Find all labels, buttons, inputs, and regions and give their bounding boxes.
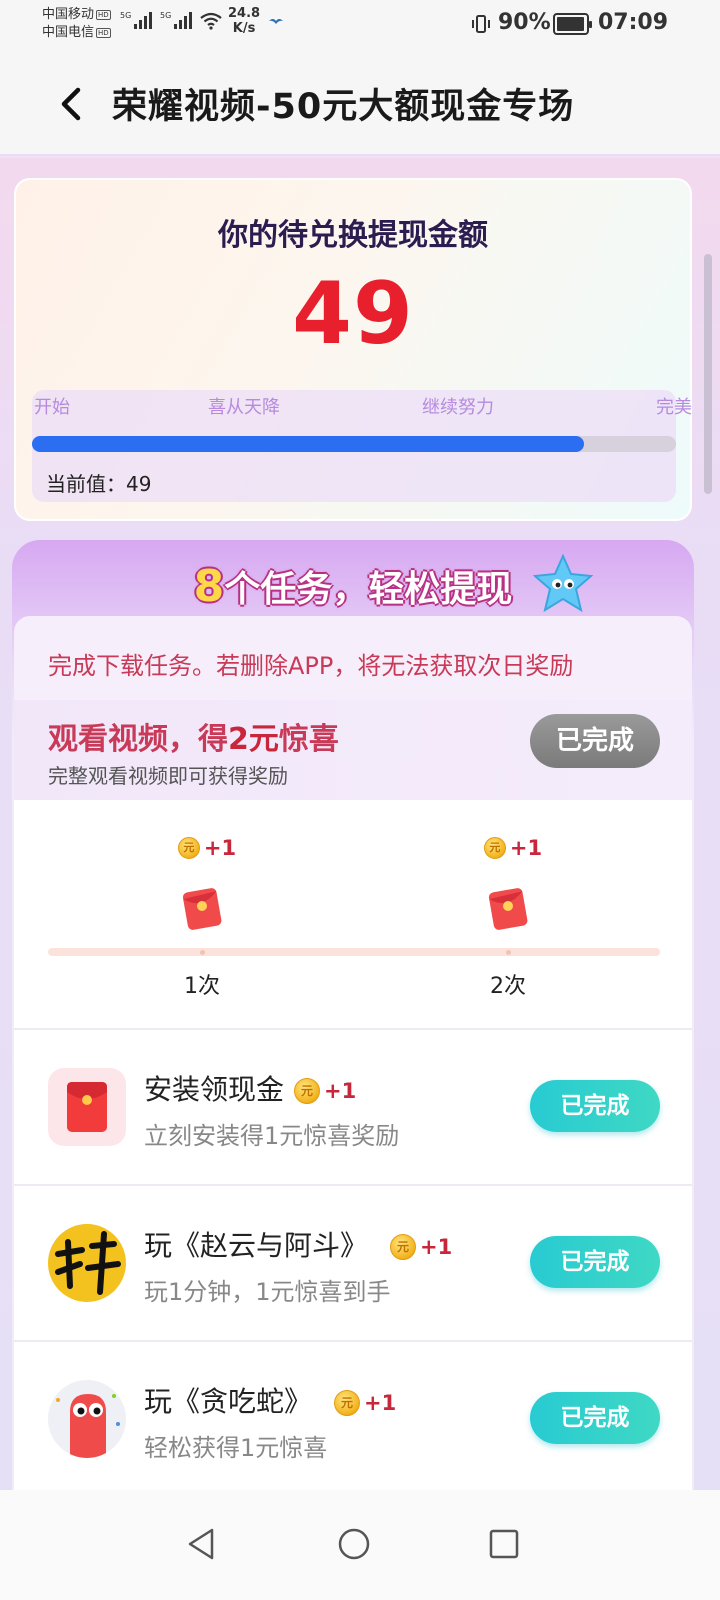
star-mascot-icon — [532, 554, 594, 613]
app-task-subtitle: 轻松获得1元惊喜 — [144, 1434, 328, 1462]
wifi-icon — [200, 12, 222, 30]
battery-icon — [553, 13, 592, 35]
network-type: 5G — [120, 11, 132, 20]
milestone-3: 继续努力 — [422, 397, 494, 418]
amount-title: 你的待兑换提现金额 — [218, 218, 488, 253]
withdraw-amount-card: 你的待兑换提现金额 49 开始 喜从天降 继续努力 完美 当前值：49 — [14, 178, 692, 521]
notification-icon — [269, 19, 283, 24]
carrier-1: 中国移动 — [42, 7, 95, 22]
nav-back-icon[interactable] — [184, 1526, 220, 1562]
video-task: 观看视频，得2元惊喜 完整观看视频即可获得奖励 已完成 — [14, 700, 692, 800]
milestone-labels: 开始 喜从天降 继续努力 完美 — [32, 393, 692, 418]
red-envelope-icon — [488, 888, 528, 930]
page-title: 荣耀视频-50元大额现金专场 — [112, 87, 575, 127]
reward-times-1: 1次 — [184, 974, 220, 999]
current-value: 当前值：49 — [46, 472, 152, 496]
milestone-start: 开始 — [34, 397, 70, 418]
reward-progress-line — [48, 948, 660, 956]
vibrate-icon — [472, 15, 490, 33]
reward-plus: +1 — [324, 1079, 357, 1103]
coin-icon: 元 — [483, 837, 506, 859]
reward-dot — [506, 950, 511, 955]
banner-text: 个任务，轻松提现 — [224, 569, 513, 610]
red-envelope-icon — [182, 888, 222, 930]
reward-plus: +1 — [509, 836, 543, 860]
reward-dot — [200, 950, 205, 955]
app-task-name: 玩《贪吃蛇》元 +1 — [144, 1380, 396, 1420]
back-icon[interactable] — [56, 84, 86, 124]
task-count: 8 — [193, 561, 225, 612]
app-name-text: 玩《赵云与阿斗》 — [144, 1229, 369, 1262]
signal-icon: 5G — [160, 11, 193, 29]
system-nav-bar — [0, 1490, 720, 1600]
reward-times-2: 2次 — [490, 974, 526, 999]
notice-text: 完成下载任务。若删除APP，将无法获取次日奖励 — [48, 652, 574, 680]
scrollbar[interactable] — [704, 254, 712, 494]
video-title-amount: 2元 — [228, 722, 279, 757]
app-name-text: 玩《贪吃蛇》 — [144, 1385, 313, 1418]
app-task-button[interactable]: 已完成 — [530, 1236, 660, 1288]
milestone-2: 喜从天降 — [208, 397, 280, 418]
app-task-button[interactable]: 已完成 — [530, 1080, 660, 1132]
speed-unit: K/s — [232, 21, 256, 36]
snake-game-icon — [48, 1380, 126, 1458]
milestone-end: 完美 — [656, 397, 692, 418]
speed-value: 24.8 — [228, 6, 261, 21]
progress-fill — [32, 436, 585, 452]
app-task-install-cash: 安装领现金元 +1 立刻安装得1元惊喜奖励 已完成 — [14, 1028, 692, 1184]
app-task-button[interactable]: 已完成 — [530, 1392, 660, 1444]
hd-badge: HD — [96, 10, 111, 20]
carrier-info: 中国移动 HD 中国电信 HD — [42, 6, 111, 42]
status-bar: 中国移动 HD 中国电信 HD 5G 5G 24.8 K/s 90% 07:09 — [0, 0, 720, 52]
battery-percent: 90% — [498, 10, 551, 35]
signal-icon: 5G — [120, 11, 153, 29]
progress-section: 开始 喜从天降 继续努力 完美 当前值：49 — [32, 390, 692, 502]
reward-step-2: 元 +1 — [468, 836, 558, 860]
zhaoyun-game-icon — [48, 1224, 126, 1302]
hd-badge: HD — [96, 28, 111, 38]
reward-plus: +1 — [203, 836, 237, 860]
app-task-name: 玩《赵云与阿斗》元 +1 — [144, 1224, 452, 1264]
app-name-text: 安装领现金 — [144, 1073, 285, 1106]
nav-recents-icon[interactable] — [486, 1526, 522, 1562]
video-reward-track: 元 +1 元 +1 1次 2次 — [14, 800, 692, 1028]
coin-icon: 元 — [334, 1390, 361, 1416]
video-task-subtitle: 完整观看视频即可获得奖励 — [48, 764, 288, 788]
progress-track — [32, 436, 676, 452]
red-envelope-app-icon — [48, 1068, 126, 1146]
network-type: 5G — [160, 11, 172, 20]
video-title-prefix: 观看视频，得 — [48, 722, 228, 757]
app-task-name: 安装领现金元 +1 — [144, 1068, 356, 1108]
video-task-title: 观看视频，得2元惊喜 — [48, 714, 339, 758]
app-header: 荣耀视频-50元大额现金专场 — [0, 52, 720, 156]
app-task-snake: 玩《贪吃蛇》元 +1 轻松获得1元惊喜 已完成 — [14, 1340, 692, 1490]
network-speed: 24.8 K/s — [228, 6, 260, 36]
nav-home-icon[interactable] — [336, 1526, 372, 1562]
clock: 07:09 — [598, 10, 669, 35]
coin-icon: 元 — [177, 837, 200, 859]
coin-icon: 元 — [294, 1078, 321, 1104]
carrier-2: 中国电信 — [42, 25, 95, 40]
app-task-zhaoyun: 玩《赵云与阿斗》元 +1 玩1分钟，1元惊喜到手 已完成 — [14, 1184, 692, 1340]
app-task-subtitle: 玩1分钟，1元惊喜到手 — [144, 1278, 391, 1306]
reward-plus: +1 — [364, 1391, 397, 1415]
video-title-suffix: 惊喜 — [278, 722, 339, 757]
app-task-subtitle: 立刻安装得1元惊喜奖励 — [144, 1122, 400, 1150]
amount-value: 49 — [292, 264, 414, 364]
reward-plus: +1 — [420, 1235, 453, 1259]
task-panel: 8个任务，轻松提现 完成下载任务。若删除APP，将无法获取次日奖励 观看视频，得… — [12, 540, 694, 1490]
coin-icon: 元 — [390, 1234, 417, 1260]
notice-box: 完成下载任务。若删除APP，将无法获取次日奖励 — [14, 616, 692, 700]
reward-step-1: 元 +1 — [162, 836, 252, 860]
video-task-button[interactable]: 已完成 — [530, 714, 660, 768]
scroll-content[interactable]: 你的待兑换提现金额 49 开始 喜从天降 继续努力 完美 当前值：49 8个任务… — [0, 158, 720, 1490]
